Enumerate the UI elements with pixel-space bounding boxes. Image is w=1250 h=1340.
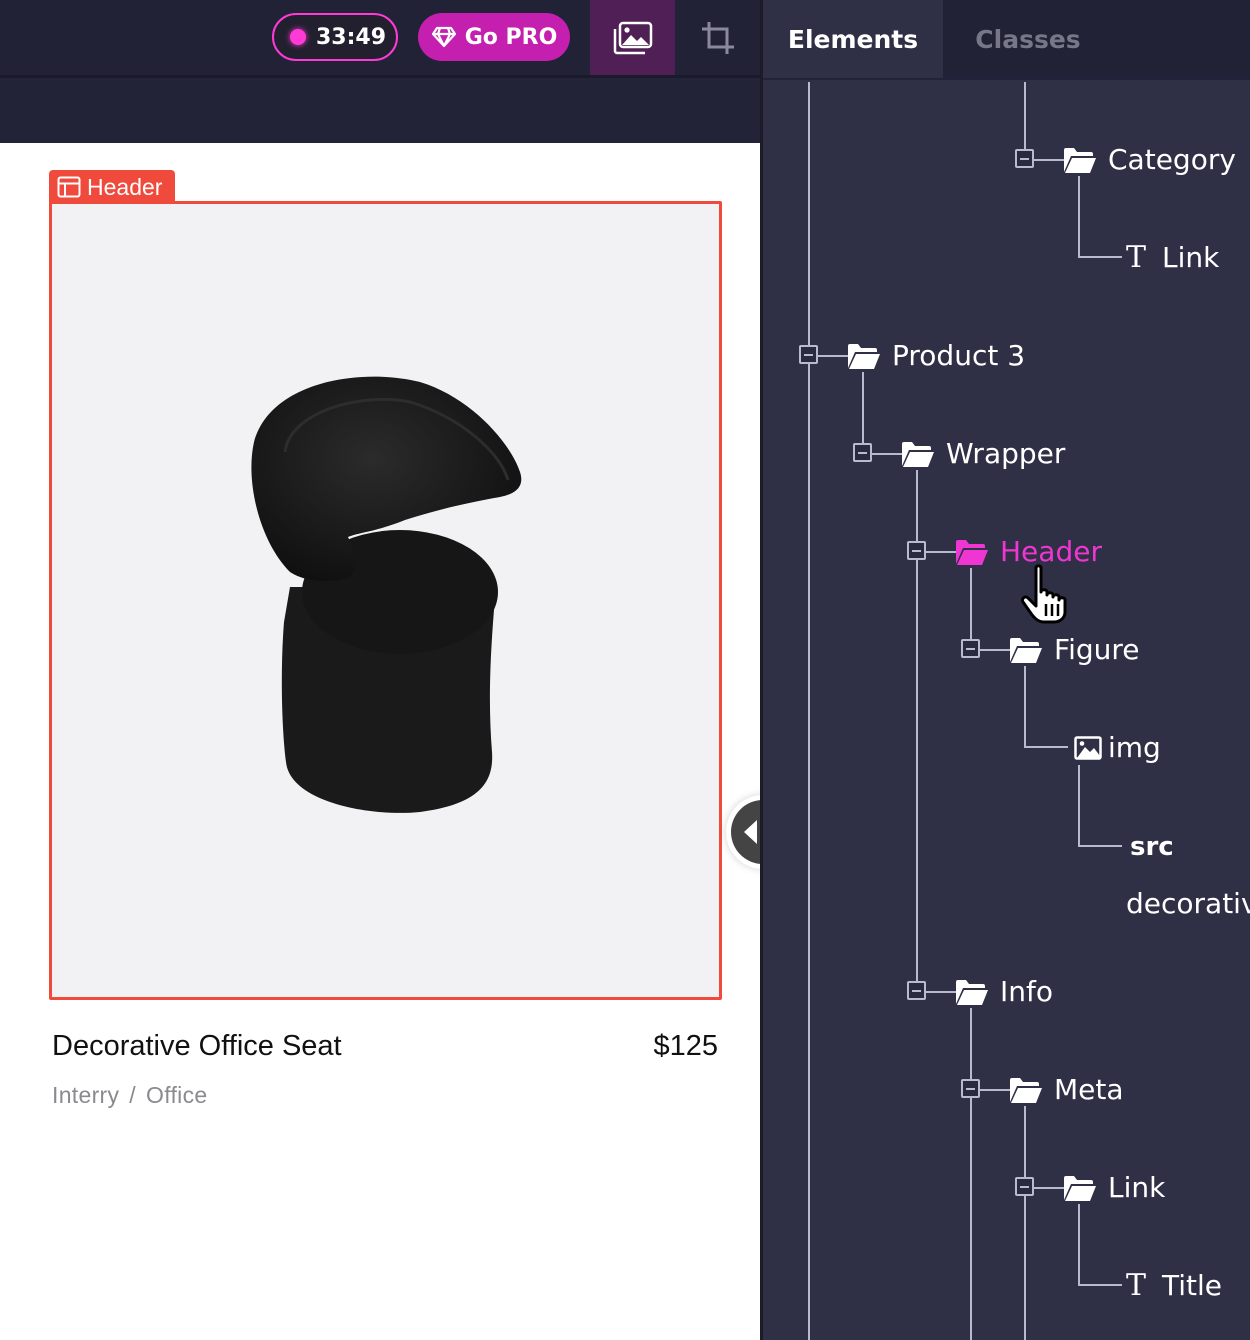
tree-node-link[interactable]: Link xyxy=(1162,241,1219,275)
folder-open-icon xyxy=(902,442,934,467)
tree-guide xyxy=(1078,256,1122,258)
tree-guide xyxy=(980,649,1010,651)
tree-guide xyxy=(862,372,864,454)
panel-tabs: Elements Classes xyxy=(763,0,1250,80)
tree-guide xyxy=(1078,765,1080,847)
diamond-icon xyxy=(431,26,456,48)
crop-tool-button[interactable] xyxy=(675,0,760,75)
product-title[interactable]: Decorative Office Seat xyxy=(52,1030,342,1063)
collapse-toggle[interactable] xyxy=(907,541,926,560)
tree-node-link-folder[interactable]: Link xyxy=(1108,1171,1165,1205)
tree-guide xyxy=(1024,1106,1026,1340)
tree-guide xyxy=(1024,666,1026,748)
text-type-icon: T xyxy=(1126,1268,1147,1303)
text-type-icon: T xyxy=(1126,240,1147,275)
tree-node-product-3[interactable]: Product 3 xyxy=(892,339,1025,373)
canvas-subbar xyxy=(0,81,760,143)
product-price: $125 xyxy=(653,1030,718,1062)
go-pro-label: Go PRO xyxy=(464,24,558,50)
tree-node-category[interactable]: Category xyxy=(1108,143,1236,177)
tree-guide xyxy=(808,82,810,1340)
folder-open-icon xyxy=(1010,1078,1042,1103)
image-gallery-icon xyxy=(613,21,652,54)
go-pro-button[interactable]: Go PRO xyxy=(418,13,570,61)
hand-pointer-cursor-icon xyxy=(1021,564,1067,624)
tree-node-meta[interactable]: Meta xyxy=(1054,1073,1124,1107)
product-meta: Interry / Office xyxy=(52,1082,207,1109)
product-brand-link[interactable]: Interry xyxy=(52,1082,119,1108)
folder-open-icon xyxy=(848,344,880,369)
collapse-toggle[interactable] xyxy=(853,443,872,462)
collapse-toggle[interactable] xyxy=(961,1079,980,1098)
selection-tag[interactable]: Header xyxy=(49,170,175,204)
folder-open-icon xyxy=(956,980,988,1005)
collapse-toggle[interactable] xyxy=(799,345,818,364)
tree-guide xyxy=(1024,82,1026,150)
tree-guide xyxy=(1078,1284,1122,1286)
folder-open-icon xyxy=(1064,1176,1096,1201)
tree-guide xyxy=(1034,1187,1064,1189)
tree-attr-src[interactable]: src xyxy=(1130,830,1174,864)
tree-guide xyxy=(1024,746,1068,748)
tree-guide xyxy=(872,453,902,455)
record-dot-icon xyxy=(290,29,306,45)
collapse-toggle[interactable] xyxy=(907,981,926,1000)
tab-elements[interactable]: Elements xyxy=(763,0,943,78)
product-category-link[interactable]: Office xyxy=(146,1082,207,1108)
tree-guide xyxy=(970,1008,972,1340)
product-image-chair[interactable] xyxy=(250,372,522,817)
tree-attr-src-value[interactable]: decorativ xyxy=(1126,887,1250,921)
tree-node-img[interactable]: img xyxy=(1108,731,1161,765)
navigator-panel: Elements Classes xyxy=(760,0,1250,1340)
tree-guide xyxy=(1078,1204,1080,1286)
collapse-toggle[interactable] xyxy=(961,639,980,658)
tree-guide xyxy=(1078,845,1122,847)
session-timer[interactable]: 33:49 xyxy=(272,13,398,61)
tree-node-info[interactable]: Info xyxy=(1000,975,1053,1009)
tree-guide xyxy=(926,551,956,553)
top-toolbar: 33:49 Go PRO xyxy=(0,0,760,78)
tab-classes[interactable]: Classes xyxy=(943,0,1113,78)
folder-open-icon xyxy=(956,540,988,565)
tree-node-title[interactable]: Title xyxy=(1162,1269,1222,1303)
tree-guide xyxy=(926,991,956,993)
media-tool-button[interactable] xyxy=(590,0,675,75)
breadcrumb-separator: / xyxy=(129,1082,136,1108)
folder-open-icon xyxy=(1010,638,1042,663)
tree-guide xyxy=(818,355,848,357)
timer-value: 33:49 xyxy=(316,24,387,50)
collapse-toggle[interactable] xyxy=(1015,149,1034,168)
tree-guide xyxy=(1034,159,1064,161)
tree-node-wrapper[interactable]: Wrapper xyxy=(946,437,1065,471)
tree-guide xyxy=(970,568,972,650)
collapse-toggle[interactable] xyxy=(1015,1177,1034,1196)
crop-icon xyxy=(701,21,734,54)
image-type-icon xyxy=(1074,736,1102,760)
folder-open-icon xyxy=(1064,148,1096,173)
tree-guide xyxy=(980,1089,1010,1091)
tree-node-figure[interactable]: Figure xyxy=(1054,633,1140,667)
tree-guide xyxy=(1078,176,1080,258)
selection-tag-label: Header xyxy=(87,173,163,200)
layout-icon xyxy=(57,176,81,198)
